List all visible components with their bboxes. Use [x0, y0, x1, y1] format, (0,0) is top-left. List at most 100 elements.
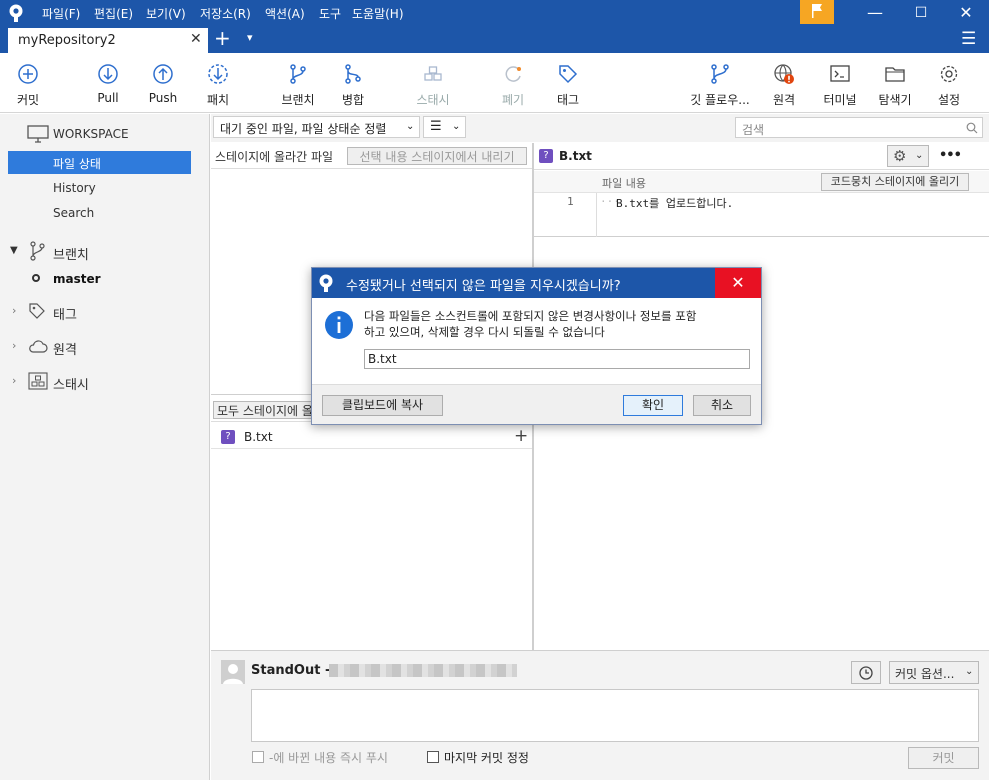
flag-icon — [812, 4, 822, 18]
chevron-down-icon: ⌄ — [965, 666, 974, 677]
branch-master[interactable]: master — [53, 272, 101, 286]
workspace-header: WORKSPACE — [53, 127, 129, 141]
dialog-file-list[interactable]: B.txt — [364, 349, 750, 369]
diff-options-button[interactable]: ⚙ ⌄ — [887, 145, 929, 167]
fetch-label: 패치 — [206, 93, 230, 107]
unstaged-panel: 모두 스테이지에 올리기 ? B.txt + — [211, 398, 533, 650]
flag-button[interactable] — [800, 0, 834, 24]
discard-label: 폐기 — [501, 93, 525, 107]
search-placeholder: 검색 — [742, 123, 765, 137]
tab-dropdown-icon[interactable]: ▾ — [247, 31, 253, 44]
menu-repository[interactable]: 저장소(R) — [200, 5, 251, 22]
terminal-button[interactable]: 터미널 — [810, 63, 870, 108]
untracked-badge-icon: ? — [539, 149, 553, 163]
line-text: B.txt를 업로드합니다. — [616, 197, 734, 210]
ok-button[interactable]: 확인 — [623, 395, 683, 416]
info-icon — [325, 311, 353, 339]
chevron-right-icon[interactable]: › — [12, 304, 16, 317]
commit-submit-button[interactable]: 커밋 — [908, 747, 979, 769]
tab-label: myRepository2 — [18, 33, 116, 48]
chevron-down-icon[interactable]: ▼ — [10, 245, 18, 256]
hamburger-menu-icon[interactable]: ☰ — [961, 29, 976, 49]
push-immediately-checkbox[interactable] — [252, 751, 264, 763]
search-input[interactable]: 검색 — [735, 117, 983, 138]
stage-all-button[interactable]: 모두 스테이지에 올리기 — [213, 401, 323, 419]
staged-header: 스테이지에 올라간 파일 선택 내용 스테이지에서 내리기 — [211, 143, 532, 169]
discard-icon — [505, 66, 521, 82]
stash-icon — [424, 66, 442, 81]
fetch-icon — [208, 64, 228, 84]
file-row[interactable]: ? B.txt + — [211, 426, 532, 449]
fetch-button[interactable]: 패치 — [188, 63, 248, 108]
chevron-right-icon[interactable]: › — [12, 339, 16, 352]
sidebar: WORKSPACE 파일 상태 History Search ▼ 브랜치 mas… — [0, 114, 210, 780]
unstage-selected-button[interactable]: 선택 내용 스테이지에서 내리기 — [347, 147, 527, 165]
explorer-button[interactable]: 탐색기 — [865, 63, 925, 108]
sort-dropdown[interactable]: 대기 중인 파일, 파일 상태순 정렬 ⌄ — [213, 116, 420, 138]
merge-button[interactable]: 병합 — [323, 63, 383, 108]
stage-file-plus-icon[interactable]: + — [514, 426, 528, 446]
sidebar-remotes-header[interactable]: 원격 — [53, 339, 77, 358]
commit-options-dropdown[interactable]: 커밋 옵션... ⌄ — [889, 661, 979, 684]
branch-button[interactable]: 브랜치 — [268, 63, 328, 108]
chevron-right-icon[interactable]: › — [12, 374, 16, 387]
settings-button[interactable]: 설정 — [919, 63, 979, 108]
menu-edit[interactable]: 편집(E) — [94, 5, 133, 22]
dialog-close-button[interactable]: ✕ — [715, 268, 761, 298]
sidebar-tags-header[interactable]: 태그 — [53, 304, 77, 323]
amend-checkbox[interactable] — [427, 751, 439, 763]
stage-hunk-button[interactable]: 코드뭉치 스테이지에 올리기 — [821, 173, 969, 191]
discard-confirm-dialog: 수정됐거나 선택되지 않은 파일을 지우시겠습니까? ✕ 다음 파일들은 소스컨… — [311, 267, 762, 425]
remote-button[interactable]: 원격 — [754, 63, 814, 108]
current-branch-icon — [32, 274, 40, 282]
sidebar-branches-header[interactable]: 브랜치 — [53, 244, 89, 263]
commit-button[interactable]: 커밋 — [0, 63, 58, 108]
menu-help[interactable]: 도움말(H) — [352, 5, 404, 22]
tag-button[interactable]: 태그 — [538, 63, 598, 108]
sidebar-item-file-status[interactable]: 파일 상태 — [8, 151, 191, 174]
settings-label: 설정 — [937, 93, 961, 107]
tag-label: 태그 — [556, 93, 580, 107]
git-flow-label: 깃 플로우... — [690, 93, 750, 107]
sidebar-stashes-header[interactable]: 스태시 — [53, 374, 89, 393]
menu-actions[interactable]: 액션(A) — [265, 5, 305, 22]
gear-icon — [940, 65, 958, 83]
user-avatar-icon — [223, 664, 243, 684]
stash-label: 스태시 — [416, 93, 450, 107]
commit-history-button[interactable] — [851, 661, 881, 684]
menu-view[interactable]: 보기(V) — [146, 5, 186, 22]
file-name: B.txt — [244, 430, 273, 444]
menu-file[interactable]: 파일(F) — [42, 5, 80, 22]
sidebar-item-history[interactable]: History — [53, 181, 96, 195]
git-flow-button[interactable]: 깃 플로우... — [690, 63, 750, 108]
cancel-button[interactable]: 취소 — [693, 395, 751, 416]
staged-header-label: 스테이지에 올라간 파일 — [215, 150, 334, 164]
more-options-icon[interactable]: ••• — [939, 148, 962, 163]
maximize-button[interactable]: ☐ — [898, 0, 944, 26]
view-mode-dropdown[interactable]: ☰ ⌄ — [423, 116, 466, 138]
tab-myrepository2[interactable]: myRepository2 ✕ — [8, 28, 208, 53]
window-close-button[interactable]: ✕ — [943, 0, 989, 26]
new-tab-button[interactable]: + — [214, 26, 231, 50]
title-bar: 파일(F) 편집(E) 보기(V) 저장소(R) 액션(A) 도구 도움말(H)… — [0, 0, 989, 26]
merge-label: 병합 — [341, 93, 365, 107]
pull-button[interactable]: Pull — [78, 63, 138, 105]
chevron-down-icon: ⌄ — [915, 150, 924, 161]
minimize-button[interactable]: — — [852, 0, 898, 26]
sidebar-item-search[interactable]: Search — [53, 206, 94, 220]
globe-icon — [774, 64, 794, 84]
chevron-down-icon: ⌄ — [406, 121, 415, 132]
tag-icon — [559, 65, 578, 84]
sourcetree-logo-icon — [319, 274, 333, 292]
push-button[interactable]: Push — [133, 63, 193, 105]
dialog-message-line1: 다음 파일들은 소스컨트롤에 포함되지 않은 변경사항이나 정보를 포함 — [364, 309, 697, 323]
commit-message-input[interactable] — [251, 689, 979, 742]
discard-button[interactable]: 폐기 — [483, 63, 543, 108]
stash-button[interactable]: 스태시 — [403, 63, 463, 108]
sidebar-item-label: 파일 상태 — [53, 157, 101, 171]
git-flow-icon — [711, 64, 729, 84]
menu-tools[interactable]: 도구 — [319, 5, 341, 22]
tab-close-icon[interactable]: ✕ — [190, 31, 202, 47]
monitor-icon — [27, 125, 49, 143]
copy-to-clipboard-button[interactable]: 클립보드에 복사 — [322, 395, 443, 416]
